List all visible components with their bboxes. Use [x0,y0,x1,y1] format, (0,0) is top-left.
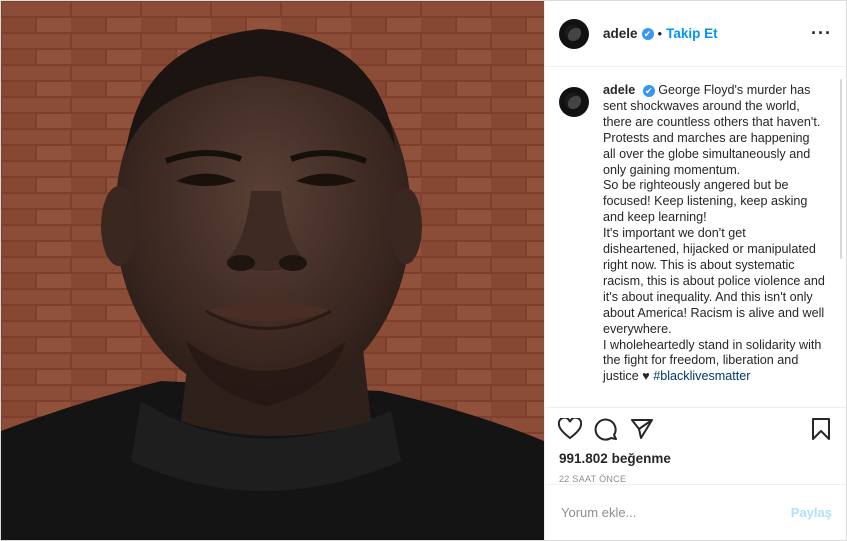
avatar[interactable] [559,18,589,49]
caption-scrollbar[interactable] [840,79,842,259]
caption-avatar[interactable] [559,87,589,117]
caption-para-3: It's important we don't get disheartened… [603,226,825,336]
username-link[interactable]: adele [603,26,638,41]
verified-badge-icon: ✔ [641,27,654,40]
post-comment-button[interactable]: Paylaş [791,505,832,520]
action-bar [545,407,846,449]
comment-input[interactable] [559,504,791,521]
post-header: adele ✔ • Takip Et ··· [545,1,846,67]
likes-word: beğenme [611,451,671,466]
caption-text: adele ✔ George Floyd's murder has sent s… [603,83,825,407]
follow-button[interactable]: Takip Et [666,26,718,41]
comment-icon[interactable] [593,416,619,442]
caption-body: George Floyd's murder has sent shockwave… [603,83,821,177]
hashtag-link[interactable]: #blacklivesmatter [653,369,750,383]
separator-dot: • [657,26,663,41]
paper-plane-icon[interactable] [629,416,655,442]
more-options-icon[interactable]: ··· [811,23,832,44]
caption-para-2: So be righteously angered but be focused… [603,178,808,225]
post-image [1,1,544,540]
bookmark-icon[interactable] [808,416,834,442]
comment-box: Paylaş [545,484,846,540]
post-sidebar: adele ✔ • Takip Et ··· adele ✔ George Fl… [544,1,846,540]
instagram-post: adele ✔ • Takip Et ··· adele ✔ George Fl… [0,0,847,541]
caption-area[interactable]: adele ✔ George Floyd's murder has sent s… [545,67,846,407]
post-timestamp[interactable]: 22 SAAT ÖNCE [545,466,846,484]
verified-badge-icon: ✔ [642,84,655,97]
post-photo[interactable] [1,1,544,540]
likes-number: 991.802 [559,451,608,466]
likes-count[interactable]: 991.802 beğenme [545,449,846,466]
caption-username[interactable]: adele [603,83,635,97]
heart-icon[interactable] [557,416,583,442]
